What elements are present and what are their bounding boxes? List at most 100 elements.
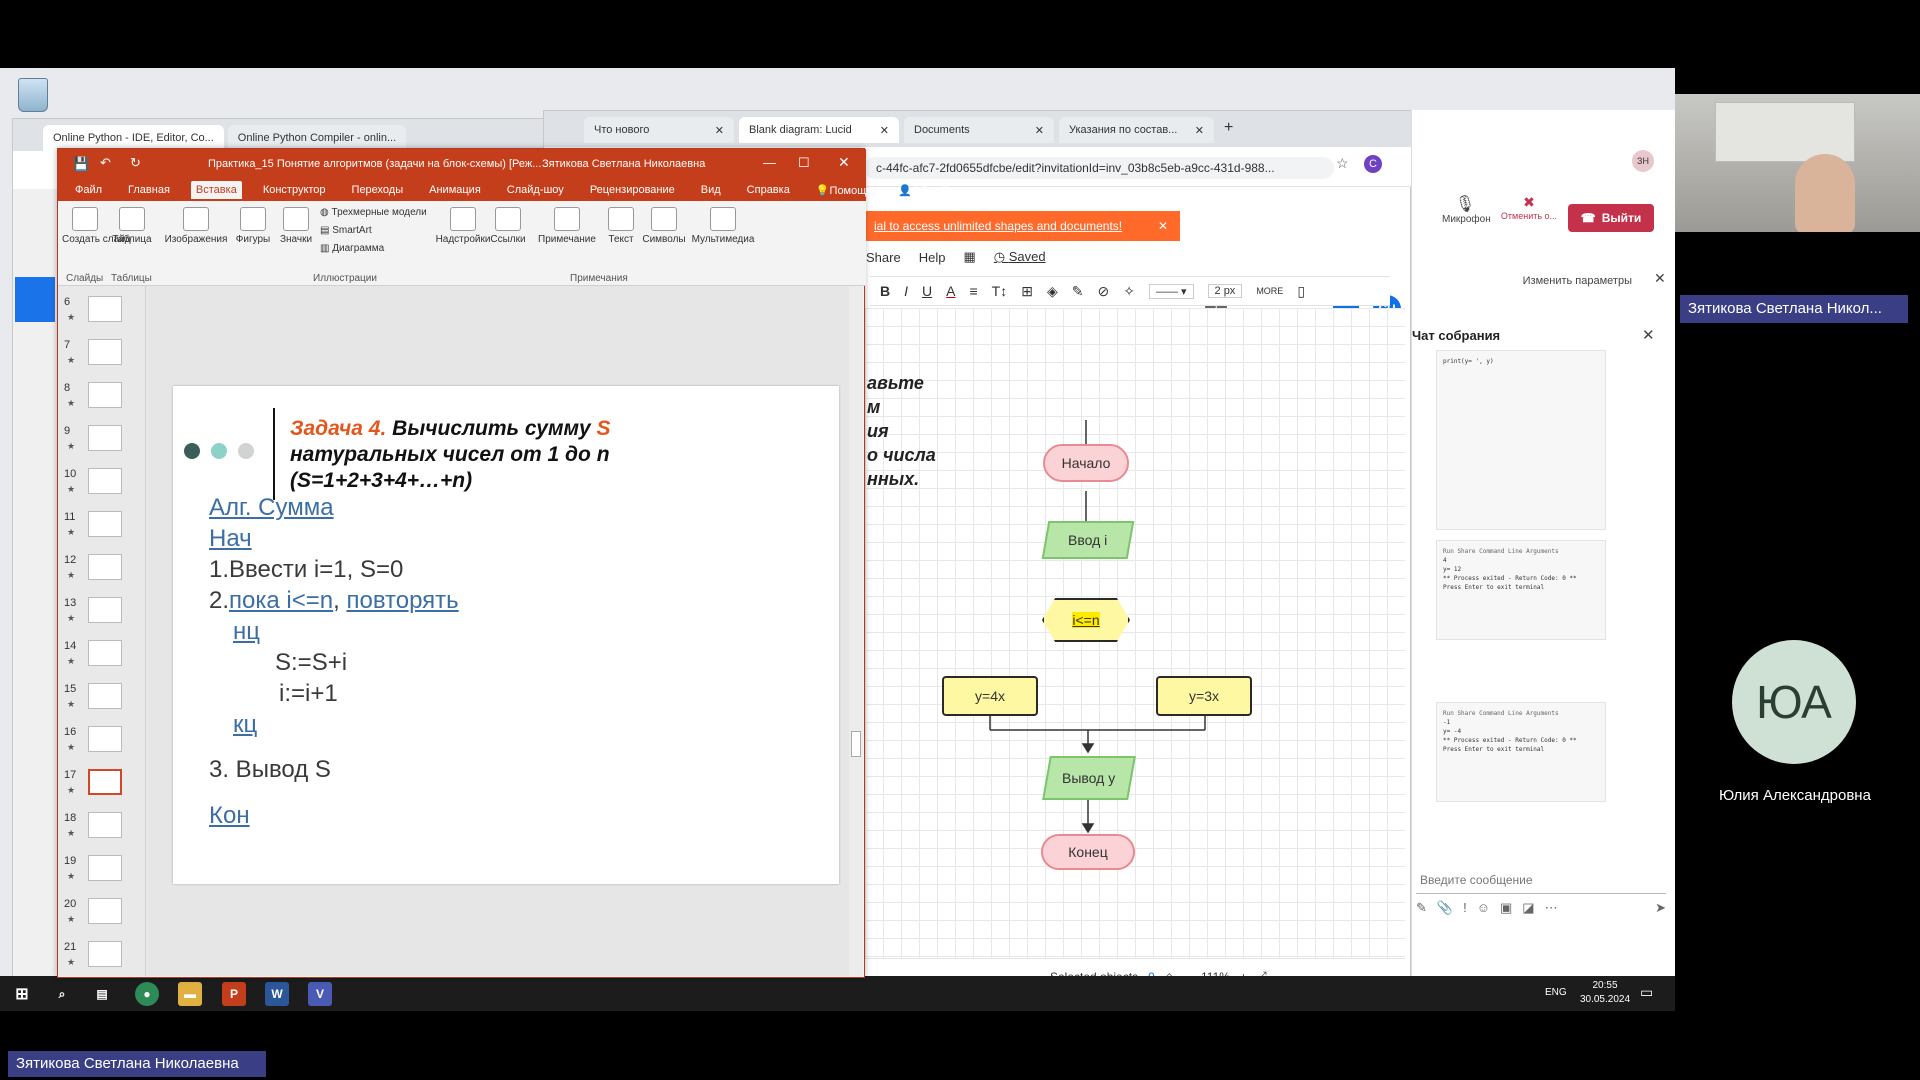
flow-left-process[interactable]: y=4x xyxy=(942,676,1038,716)
tab-insert[interactable]: Вставка xyxy=(190,181,242,199)
slide-thumbnail[interactable]: 19 ★ xyxy=(58,853,145,889)
leave-button[interactable]: ☎ Выйти xyxy=(1568,204,1654,232)
vertical-scrollbar[interactable] xyxy=(849,286,863,976)
bold-button[interactable]: B xyxy=(880,283,890,299)
tab-home[interactable]: Главная xyxy=(123,181,175,199)
slide-thumbnail-image[interactable] xyxy=(88,296,122,322)
slide-thumbnail[interactable]: 7 ★ xyxy=(58,337,145,373)
tab-view[interactable]: Вид xyxy=(696,181,726,199)
fill-icon[interactable]: ◈ xyxy=(1047,283,1058,300)
format-icon[interactable]: ✎ xyxy=(1416,900,1427,916)
ppt-user-name[interactable]: Зятикова Светлана Николаевна xyxy=(542,158,705,170)
task-view-icon[interactable]: ▤ xyxy=(90,982,114,1006)
table-icon[interactable]: ⊞ xyxy=(1021,283,1033,300)
tab-transitions[interactable]: Переходы xyxy=(347,181,409,199)
profile-avatar[interactable]: C xyxy=(1364,155,1382,173)
slide-thumbnail-image[interactable] xyxy=(88,769,122,795)
slide-thumbnail[interactable]: 17 ★ xyxy=(58,767,145,803)
notifications-icon[interactable]: ▭ xyxy=(1640,984,1653,1001)
slide-thumbnail-image[interactable] xyxy=(88,554,122,580)
slide-canvas[interactable]: Задача 4. Вычислить сумму S натуральных … xyxy=(173,386,839,884)
flow-right-process[interactable]: y=3x xyxy=(1156,676,1252,716)
chat-image-terminal-1[interactable]: Run Share Command Line Arguments 4 y= 12… xyxy=(1436,540,1606,640)
slide-thumbnail-image[interactable] xyxy=(88,468,122,494)
teams-user-avatar[interactable]: ЗН xyxy=(1632,150,1654,172)
word-icon[interactable]: W xyxy=(265,982,289,1006)
lucid-canvas[interactable]: авьте м ия о числа нных. Начало Ввод i i… xyxy=(865,308,1405,1008)
file-explorer-icon[interactable]: ▬ xyxy=(178,982,202,1006)
addins-button[interactable]: Надстройки xyxy=(433,207,493,245)
close-icon[interactable]: ✕ xyxy=(880,124,889,137)
close-icon[interactable]: ✕ xyxy=(1035,124,1044,137)
slide-thumbnail[interactable]: 16 ★ xyxy=(58,724,145,760)
slide-thumbnail[interactable]: 13 ★ xyxy=(58,595,145,631)
redo-icon[interactable]: ↻ xyxy=(130,155,141,171)
minimize-icon[interactable]: — xyxy=(763,155,776,170)
windows-start-icon[interactable]: ⊞ xyxy=(10,982,34,1006)
text-size-icon[interactable]: T↕ xyxy=(992,283,1008,299)
tab-documents[interactable]: Documents ✕ xyxy=(904,117,1054,143)
text-color-button[interactable]: A xyxy=(946,283,955,299)
tab-design[interactable]: Конструктор xyxy=(258,181,331,199)
calendar-icon[interactable]: ▦ xyxy=(963,249,975,265)
tab-help[interactable]: Справка xyxy=(742,181,795,199)
undo-icon[interactable]: ↶ xyxy=(100,155,111,171)
slide-thumbnail-image[interactable] xyxy=(88,382,122,408)
chat-message-input[interactable]: Введите сообщение xyxy=(1416,866,1666,894)
slide-thumbnail[interactable]: 20 ★ xyxy=(58,896,145,932)
tab-animations[interactable]: Анимация xyxy=(424,181,486,199)
style-icon[interactable]: ⊘ xyxy=(1097,283,1109,300)
emoji-icon[interactable]: ☺ xyxy=(1477,900,1490,916)
sticker-icon[interactable]: ◪ xyxy=(1522,900,1534,916)
images-button[interactable]: Изображения xyxy=(163,207,229,245)
slide-thumbnail[interactable]: 15 ★ xyxy=(58,681,145,717)
diagram-button[interactable]: ▥ Диаграмма xyxy=(320,243,384,254)
gif-icon[interactable]: ▣ xyxy=(1500,900,1512,916)
attach-icon[interactable]: 📎 xyxy=(1437,900,1453,916)
powerpoint-icon[interactable]: P xyxy=(222,982,246,1006)
align-icon[interactable]: ≡ xyxy=(969,283,977,299)
tab-review[interactable]: Рецензирование xyxy=(585,181,680,199)
change-params-link[interactable]: Изменить параметры xyxy=(1414,275,1672,289)
slide-thumbnail[interactable]: 18 ★ xyxy=(58,810,145,846)
3d-models-button[interactable]: ◍ Трехмерные модели xyxy=(320,207,427,218)
magic-icon[interactable]: ✧ xyxy=(1123,283,1135,300)
participant-avatar[interactable]: ЮА xyxy=(1732,640,1856,764)
slide-thumbnail-image[interactable] xyxy=(88,898,122,924)
tab-slideshow[interactable]: Слайд-шоу xyxy=(502,181,569,199)
slide-thumbnail-image[interactable] xyxy=(88,941,122,967)
trial-banner-text[interactable]: ial to access unlimited shapes and docum… xyxy=(874,219,1122,233)
save-icon[interactable]: 💾 xyxy=(73,156,89,172)
url-field[interactable]: c-44fc-afc7-2fd0655dfcbe/edit?invitation… xyxy=(864,157,1334,179)
line-color-icon[interactable]: ✎ xyxy=(1072,283,1084,300)
slide-thumbnail-image[interactable] xyxy=(88,425,122,451)
important-icon[interactable]: ! xyxy=(1463,900,1467,916)
italic-button[interactable]: I xyxy=(904,283,908,299)
slide-thumbnail-image[interactable] xyxy=(88,339,122,365)
mic-control[interactable]: 🎙 Микрофон xyxy=(1442,194,1491,225)
flow-end[interactable]: Конец xyxy=(1041,834,1135,870)
menu-help[interactable]: Help xyxy=(919,250,946,265)
close-icon[interactable]: ✕ xyxy=(1158,219,1168,233)
slide-thumbnail[interactable]: 21 ★ xyxy=(58,939,145,975)
menu-share[interactable]: Share xyxy=(866,250,901,265)
text-button[interactable]: Текст xyxy=(604,207,638,245)
chrome-icon[interactable]: ● xyxy=(135,982,159,1006)
tab-assistant[interactable]: 💡Помощн xyxy=(811,181,878,200)
recycle-bin-icon[interactable] xyxy=(18,78,48,112)
smartart-button[interactable]: ▤ SmartArt xyxy=(320,225,372,236)
maximize-icon[interactable]: ☐ xyxy=(798,155,810,171)
slide-thumbnail[interactable]: 8 ★ xyxy=(58,380,145,416)
slide-thumbnail[interactable]: 9 ★ xyxy=(58,423,145,459)
note-button[interactable]: Примечание xyxy=(534,207,600,245)
saved-status[interactable]: ◷ Saved xyxy=(994,249,1046,265)
flow-output[interactable]: Вывод y xyxy=(1042,756,1136,800)
flow-decision[interactable]: i<=n xyxy=(1042,598,1130,642)
chat-image-terminal-2[interactable]: Run Share Command Line Arguments -1 y= -… xyxy=(1436,702,1606,802)
panel-icon[interactable]: ▯ xyxy=(1297,283,1305,300)
visio-icon[interactable]: V xyxy=(308,982,332,1006)
tab-instructions[interactable]: Указания по состав... ✕ xyxy=(1059,117,1214,143)
tab-file[interactable]: Файл xyxy=(70,181,107,199)
symbols-button[interactable]: Символы xyxy=(640,207,688,245)
slide-thumbnail-image[interactable] xyxy=(88,855,122,881)
